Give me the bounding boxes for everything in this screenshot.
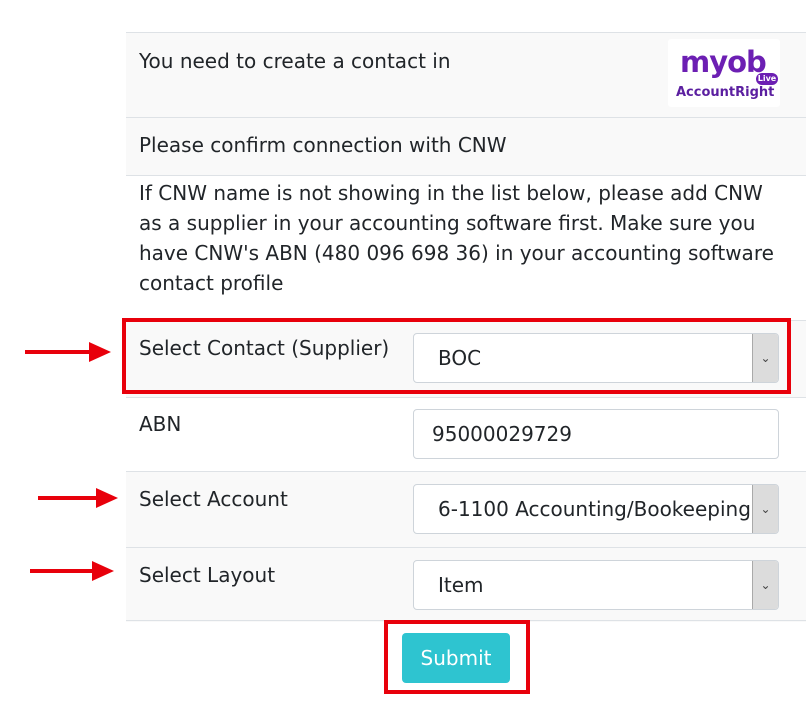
arrow-right-icon xyxy=(25,342,111,362)
logo-product: AccountRight xyxy=(676,85,775,100)
logo-brand: myob xyxy=(680,45,767,79)
chevron-down-icon[interactable]: ⌄ xyxy=(752,485,778,533)
intro-text: You need to create a contact in xyxy=(139,49,451,73)
layout-label: Select Layout xyxy=(139,563,276,587)
abn-label: ABN xyxy=(139,412,182,436)
account-select[interactable]: 6-1100 Accounting/Bookeeping Fees ⌄ xyxy=(413,484,779,534)
layout-select[interactable]: Item ⌄ xyxy=(413,560,779,610)
arrow-right-icon xyxy=(38,488,118,508)
confirm-row: Please confirm connection with CNW xyxy=(126,117,806,175)
abn-input-value: 95000029729 xyxy=(432,422,572,446)
myob-accountright-logo: myob Live AccountRight xyxy=(668,39,780,107)
abn-row: ABN 95000029729 xyxy=(126,397,806,471)
contact-highlight-box xyxy=(122,318,791,394)
arrow-right-icon xyxy=(30,561,114,581)
info-row: If CNW name is not showing in the list b… xyxy=(126,175,806,320)
info-text: If CNW name is not showing in the list b… xyxy=(139,181,774,295)
layout-row: Select Layout Item ⌄ xyxy=(126,547,806,622)
chevron-down-icon[interactable]: ⌄ xyxy=(752,561,778,609)
confirm-text: Please confirm connection with CNW xyxy=(139,133,507,157)
layout-select-value: Item xyxy=(438,573,484,597)
account-row: Select Account 6-1100 Accounting/Bookeep… xyxy=(126,471,806,547)
logo-badge: Live xyxy=(756,73,778,85)
abn-input[interactable]: 95000029729 xyxy=(413,409,779,459)
submit-button[interactable]: Submit xyxy=(402,633,510,683)
account-label: Select Account xyxy=(139,487,288,511)
intro-row: You need to create a contact in myob Liv… xyxy=(126,32,806,117)
account-select-value: 6-1100 Accounting/Bookeeping Fees xyxy=(438,497,779,521)
